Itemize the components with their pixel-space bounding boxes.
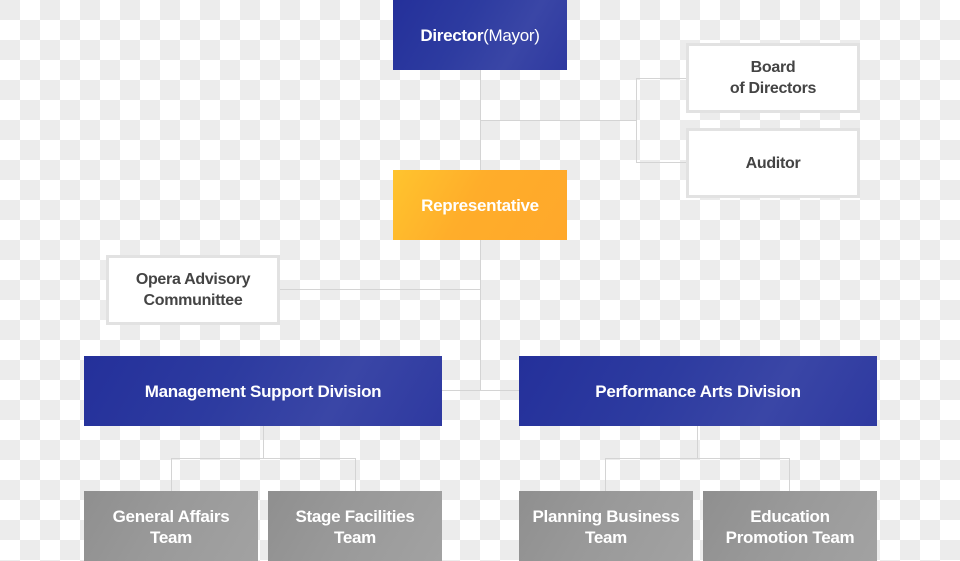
advisory-line1: Opera Advisory [135, 271, 251, 288]
connector-board-bracket [636, 78, 637, 163]
connector-to-advisory [278, 289, 480, 290]
team-line2: Team [150, 528, 192, 547]
planning-business-team-box: Planning Business Team [519, 491, 693, 561]
team-line1: Stage Facilities [295, 507, 415, 526]
team-line2: Team [334, 528, 376, 547]
performance-arts-division-box: Performance Arts Division [519, 356, 877, 426]
stage-facilities-team-box: Stage Facilities Team [268, 491, 442, 561]
board-line2: of Directors [729, 80, 817, 97]
connector-left-teams-bar [171, 458, 355, 459]
general-affairs-team-box: General Affairs Team [84, 491, 258, 561]
advisory-line2: Communittee [143, 292, 243, 309]
connector-to-board [636, 78, 688, 79]
connector-to-board-group [480, 120, 637, 121]
board-line1: Board [750, 59, 796, 76]
connector-right-team2 [789, 458, 790, 491]
director-subtitle: (Mayor) [483, 25, 540, 45]
auditor-label: Auditor [745, 154, 801, 172]
team-line2: Team [585, 528, 627, 547]
advisory-committee-box: Opera Advisory Communittee [106, 255, 280, 325]
connector-divisions [442, 390, 520, 391]
connector-right-team1 [605, 458, 606, 491]
management-support-division-box: Management Support Division [84, 356, 442, 426]
connector-to-auditor [636, 162, 688, 163]
team-line1: Education [750, 507, 830, 526]
team-line1: General Affairs [112, 507, 230, 526]
board-of-directors-box: Board of Directors [686, 43, 860, 113]
director-title: Director [420, 25, 484, 45]
connector-right-teams-bar [605, 458, 789, 459]
connector-right-division-down [697, 426, 698, 459]
team-line2: Promotion Team [725, 528, 855, 547]
director-box: Director(Mayor) [393, 0, 567, 70]
connector-left-team1 [171, 458, 172, 491]
representative-box: Representative [393, 170, 567, 240]
connector-left-team2 [355, 458, 356, 491]
team-line1: Planning Business [532, 507, 680, 526]
auditor-box: Auditor [686, 128, 860, 198]
division-label: Management Support Division [144, 381, 382, 401]
representative-label: Representative [421, 195, 539, 215]
connector-left-division-down [263, 426, 264, 459]
division-label: Performance Arts Division [595, 381, 801, 401]
education-promotion-team-box: Education Promotion Team [703, 491, 877, 561]
org-chart: Director(Mayor) Board of Directors Audit… [0, 0, 960, 561]
